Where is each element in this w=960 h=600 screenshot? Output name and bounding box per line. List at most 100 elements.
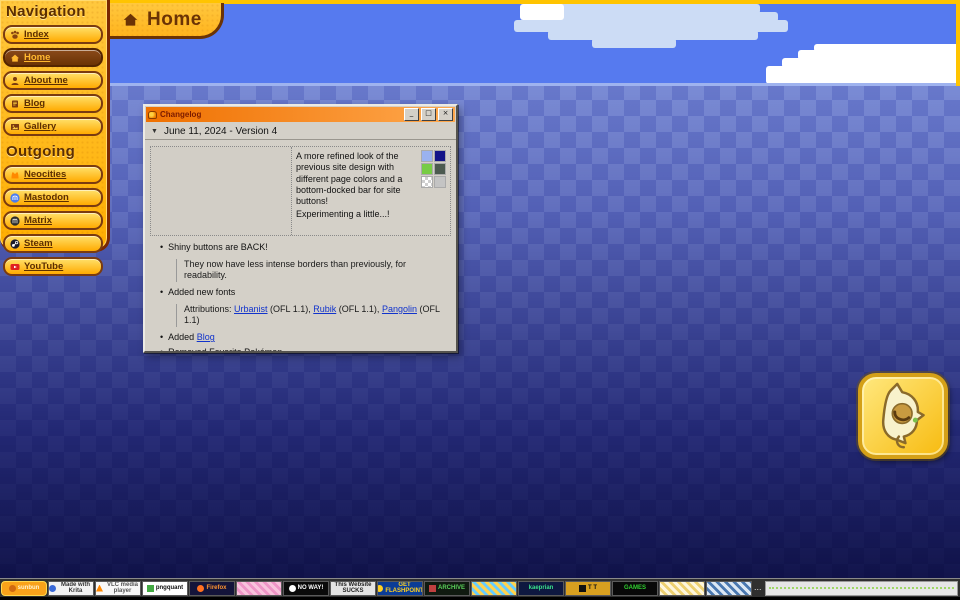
cat-paw-badge[interactable]: T T [565, 581, 611, 596]
archive-badge[interactable]: ARCHIVE [424, 581, 470, 596]
sidebar-outgoing-list: Neocities Mastodon Matrix Steam YouTube [0, 165, 107, 276]
badge-row: sunbun Made with Krita VLC media player png… [0, 581, 752, 596]
sidebar-item-about-me[interactable]: About me [3, 71, 103, 90]
window-title: Changelog [160, 110, 401, 119]
feature-paragraph: Experimenting a little...! [296, 209, 418, 220]
changelog-text: (OFL 1.1), [336, 304, 382, 314]
color-swatch [421, 163, 433, 175]
sidebar-item-index[interactable]: Index [3, 25, 103, 44]
changelog-bullet: •Shiny buttons are BACK! [160, 242, 451, 254]
badge-icon [96, 585, 103, 592]
window-titlebar[interactable]: Changelog _□× [146, 107, 455, 122]
changelog-link[interactable]: Urbanist [234, 304, 268, 314]
badge-label: GAMES [624, 585, 646, 591]
dock-empty-track [765, 581, 958, 596]
firefox-badge[interactable]: Firefox [189, 581, 235, 596]
rainbow-character-badge[interactable] [471, 581, 517, 596]
badge-label: Firefox [206, 585, 226, 591]
cloud-center-highlight [520, 4, 564, 20]
changelog-text: Shiny buttons are BACK! [168, 242, 268, 252]
badge-label: This Website SUCKS [331, 582, 375, 595]
tab-home[interactable]: Home [110, 3, 224, 39]
tab-home-label: Home [147, 9, 202, 31]
right-frame-border [956, 0, 960, 86]
pixel-cows-badge[interactable] [706, 581, 752, 596]
sidebar: Navigation IndexHomeAbout meBlogGallery … [0, 0, 110, 252]
paw-icon [10, 30, 20, 40]
badge-icon [49, 585, 56, 592]
cat-icon [10, 170, 20, 180]
sidebar-item-home[interactable]: Home [3, 48, 103, 67]
color-swatch [434, 150, 446, 162]
sidebar-item-label: Gallery [24, 121, 56, 132]
badge-label: pngquant [156, 585, 183, 591]
changelog-link[interactable]: Pangolin [382, 304, 417, 314]
sunbun-badge[interactable]: sunbun [1, 581, 47, 596]
cloud-center [592, 38, 676, 48]
games-badge[interactable]: GAMES [612, 581, 658, 596]
sidebar-item-label: Mastodon [24, 192, 69, 203]
changelog-bullet: •Added new fonts [160, 287, 451, 299]
changelog-link[interactable]: Blog [197, 332, 215, 342]
bunny-badge[interactable] [659, 581, 705, 596]
sidebar-heading-navigation: Navigation [0, 0, 107, 22]
badge-icon [377, 585, 383, 592]
sidebar-item-youtube[interactable]: YouTube [3, 257, 103, 276]
sidebar-item-mastodon[interactable]: Mastodon [3, 188, 103, 207]
sidebar-item-gallery[interactable]: Gallery [3, 117, 103, 136]
close-button[interactable]: × [438, 108, 453, 121]
this-website-sucks-badge[interactable]: This Website SUCKS [330, 581, 376, 596]
color-swatch [421, 150, 433, 162]
minimize-button[interactable]: _ [404, 108, 419, 121]
sidebar-nav-list: Index Home About me Blog Gallery [0, 25, 107, 136]
maximize-button[interactable]: □ [421, 108, 436, 121]
changelog-text: Removed Favorite Pokémon [168, 347, 282, 353]
color-swatch [434, 176, 446, 188]
badge-label: NO WAY! [298, 585, 324, 591]
sidebar-item-label: Home [24, 52, 50, 63]
mastodon-icon [10, 193, 20, 203]
sidebar-item-matrix[interactable]: Matrix [3, 211, 103, 230]
changelog-text: Added [168, 332, 197, 342]
badge-label: VLC media player [105, 582, 140, 595]
sidebar-item-neocities[interactable]: Neocities [3, 165, 103, 184]
pixel-pets-badge[interactable] [236, 581, 282, 596]
picture-icon [10, 122, 20, 132]
vlc-media-player-badge[interactable]: VLC media player [95, 581, 141, 596]
no-way-badge[interactable]: NO WAY! [283, 581, 329, 596]
sidebar-item-label: Blog [24, 98, 45, 109]
sidebar-item-label: About me [24, 75, 68, 86]
sidebar-item-label: Neocities [24, 169, 66, 180]
badge-icon [289, 585, 296, 592]
changelog-window-icon [148, 111, 157, 119]
badge-label: kaeprian [529, 585, 554, 591]
kaeprian-badge[interactable]: kaeprian [518, 581, 564, 596]
sidebar-item-blog[interactable]: Blog [3, 94, 103, 113]
badge-label: Made with Krita [58, 582, 93, 595]
entry-title: June 11, 2024 - Version 4 [164, 126, 277, 137]
badge-icon [579, 585, 586, 592]
collapse-icon: ▼ [151, 128, 158, 135]
badges-ellipsis: ... [754, 582, 762, 592]
sidebar-item-label: YouTube [24, 261, 63, 272]
home-icon [10, 53, 20, 63]
changelog-link[interactable]: Rubik [313, 304, 336, 314]
changelog-text: Attributions: [184, 304, 234, 314]
pngquant-badge[interactable]: pngquant [142, 581, 188, 596]
sidebar-heading-outgoing: Outgoing [0, 140, 107, 162]
feature-paragraph: A more refined look of the previous site… [296, 151, 418, 207]
get-flashpoint-badge[interactable]: GET FLASHPOINT [377, 581, 423, 596]
badge-label: GET FLASHPOINT [385, 582, 423, 595]
badge-label: T T [588, 585, 597, 591]
mascot-logo[interactable] [858, 373, 948, 459]
changelog-content: A more refined look of the previous site… [145, 140, 456, 353]
sidebar-item-steam[interactable]: Steam [3, 234, 103, 253]
changelog-entry-header[interactable]: ▼ June 11, 2024 - Version 4 [145, 123, 456, 140]
made-with-krita-badge[interactable]: Made with Krita [48, 581, 94, 596]
changelog-text: Added new fonts [168, 287, 235, 297]
steam-icon [10, 239, 20, 249]
feature-panel: A more refined look of the previous site… [150, 146, 451, 236]
badge-icon [147, 585, 154, 592]
person-icon [10, 76, 20, 86]
badge-icon [429, 585, 436, 592]
